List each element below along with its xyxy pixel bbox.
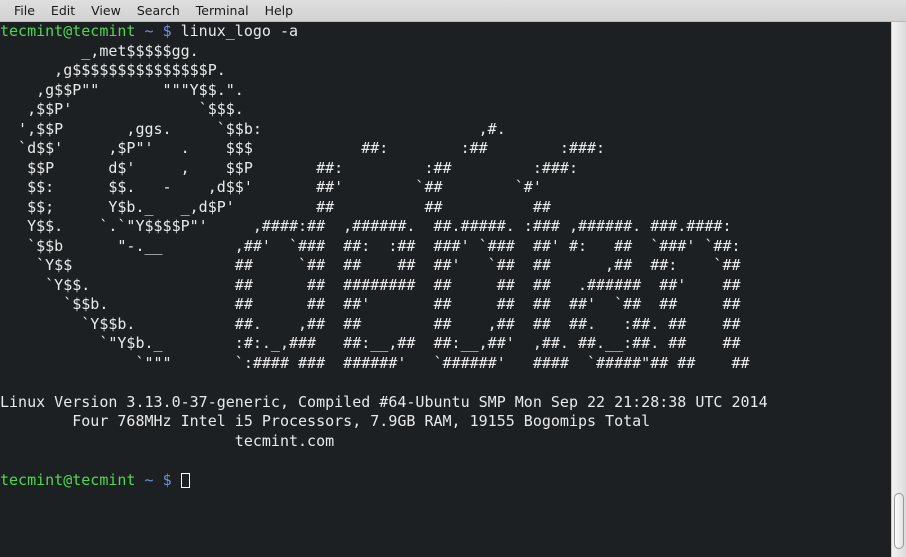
block-outline-cursor[interactable] [180, 472, 190, 488]
menu-item-view[interactable]: View [83, 2, 129, 20]
logo-line: _,met$$$$$gg. [0, 41, 199, 60]
prompt-space-1 [135, 22, 144, 40]
prompt-path: ~ [144, 470, 154, 489]
prompt-user: tecmint@tecmint [0, 22, 136, 40]
logo-line: `d$$' ,$P"' . $$$ ##: :## :###: [0, 139, 606, 157]
scrollbar-thumb[interactable] [894, 493, 904, 549]
terminal-area: tecmint@tecmint ~ $ linux_logo -a _,met$… [0, 22, 906, 557]
logo-line: `$$b "-.__ ,##' `### ##: :## ###' `### #… [0, 236, 741, 255]
terminal-screen[interactable]: tecmint@tecmint ~ $ linux_logo -a _,met$… [0, 22, 891, 557]
prompt-space-5 [154, 471, 163, 489]
prompt-space-6 [172, 471, 181, 489]
prompt-space-4 [135, 471, 144, 489]
prompt-symbol: $ [162, 22, 172, 40]
logo-line: ,g$$P"" """Y$$.". [0, 80, 244, 99]
vertical-scrollbar[interactable] [891, 22, 906, 557]
logo-line: `"Y$b._ :#:._,### ##:__,## ##:__,##' ,##… [0, 334, 741, 352]
info-line-kernel: Linux Version 3.13.0-37-generic, Compile… [0, 392, 768, 411]
info-line-cpu: Four 768MHz Intel i5 Processors, 7.9GB R… [0, 412, 651, 430]
menu-item-help[interactable]: Help [257, 2, 302, 20]
logo-line: $$: $$. - ,d$$' ##' `## `#' [0, 178, 542, 196]
menu-item-file[interactable]: File [6, 2, 43, 20]
info-line-site: tecmint.com [0, 431, 335, 450]
terminal-window: File Edit View Search Terminal Help tecm… [0, 0, 906, 557]
prompt-space-2 [154, 22, 163, 40]
logo-line: `Y$$. ## ## ######## ## ## ## .###### ##… [0, 275, 741, 294]
logo-line: ,g$$$$$$$$$$$$$$$P. [0, 61, 226, 79]
prompt-line-active: tecmint@tecmint ~ $ [0, 471, 891, 491]
menu-item-search[interactable]: Search [129, 2, 188, 20]
menu-item-terminal[interactable]: Terminal [188, 2, 257, 20]
logo-line: ',$$P ,ggs. `$$b: ,#. [0, 119, 506, 138]
logo-line: $$P d$' , $$P ##: :## :###: [0, 158, 578, 177]
prompt-space-3 [172, 22, 181, 40]
logo-line: `""" `:#### ### ######' `######' #### `#… [0, 353, 750, 372]
terminal-output: tecmint@tecmint ~ $ linux_logo -a _,met$… [0, 22, 891, 490]
prompt-line-command: tecmint@tecmint ~ $ linux_logo -a [0, 22, 891, 42]
logo-line: $$; Y$b._ _,d$P' ## ## ## [0, 197, 551, 216]
logo-line: ,$$P' `$$$. [0, 100, 244, 118]
command-text: linux_logo -a [180, 22, 299, 40]
logo-line: `Y$$ ## `## ## ## ##' `## ## ,## ##: `## [0, 256, 741, 274]
logo-line: `$$b. ## ## ##' ## ## ## ##' `## ## ## [0, 295, 741, 313]
menu-item-edit[interactable]: Edit [43, 2, 83, 20]
logo-line: `Y$$b. ##. ,## ## ## ,## ## ##. :##. ## … [0, 314, 741, 333]
prompt-user: tecmint@tecmint [0, 470, 136, 489]
prompt-path: ~ [144, 22, 154, 40]
logo-line: Y$$. `.`"Y$$$$P"' ,####:## ,######. ##.#… [0, 217, 732, 235]
prompt-symbol: $ [162, 470, 172, 489]
menu-bar: File Edit View Search Terminal Help [0, 0, 906, 22]
